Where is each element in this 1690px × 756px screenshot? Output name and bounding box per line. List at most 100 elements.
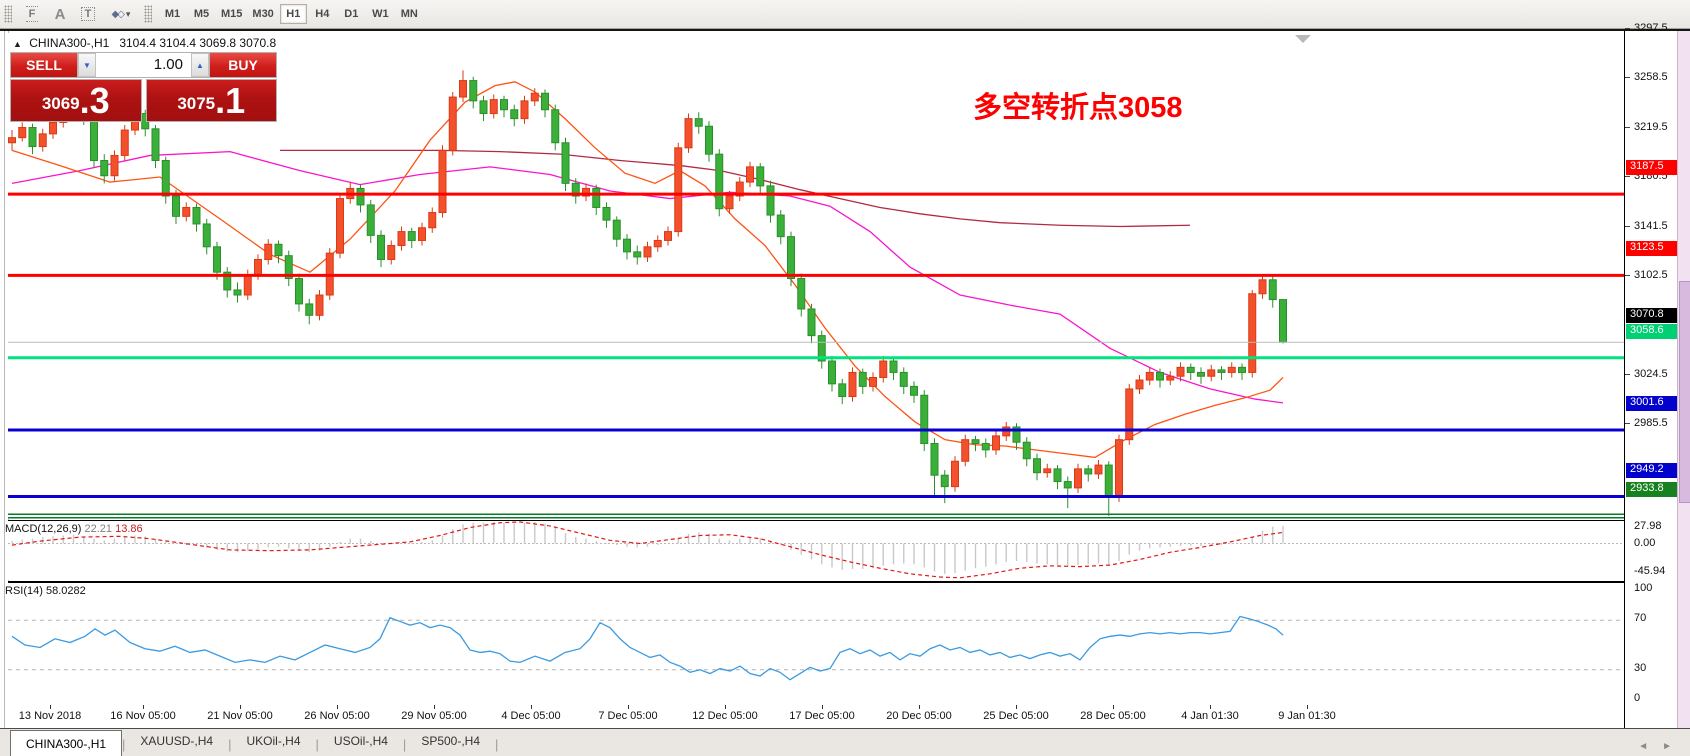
timeframe-d1-button[interactable]: D1 — [338, 4, 365, 24]
volume-value[interactable]: 1.00 — [96, 53, 191, 77]
chart-tab-xauusdh4[interactable]: XAUUSD-,H4 — [125, 734, 228, 756]
time-tick-mark — [50, 705, 51, 709]
chart-tab-china300h1[interactable]: CHINA300-,H1 — [10, 730, 122, 756]
rsi-axis-label: 100 — [1634, 582, 1652, 594]
chart-tab-sp500h4[interactable]: SP500-,H4 — [406, 734, 495, 756]
vertical-scrollbar[interactable] — [1677, 31, 1690, 728]
candle-body — [388, 246, 395, 260]
candle-body — [767, 186, 774, 215]
price-tick-mark — [1625, 77, 1630, 78]
price-badge-2949.2: 2949.2 — [1626, 463, 1680, 478]
candle-body — [941, 475, 948, 486]
volume-increase-button[interactable]: ▲ — [191, 53, 209, 77]
sell-button[interactable]: SELL — [10, 52, 78, 78]
time-tick-label: 4 Dec 05:00 — [501, 710, 560, 722]
text-label-button[interactable]: T — [76, 3, 100, 25]
timeframe-toolbar-drag-handle[interactable] — [144, 5, 152, 23]
chart-tab-usoilh4[interactable]: USOil-,H4 — [319, 734, 403, 756]
buy-button[interactable]: BUY — [209, 52, 277, 78]
time-tick-label: 4 Jan 01:30 — [1181, 710, 1239, 722]
chart-window: ▲ CHINA300-,H1 3104.4 3104.4 3069.8 3070… — [0, 29, 1690, 756]
timeframe-mn-button[interactable]: MN — [396, 4, 423, 24]
collapse-triangle-icon[interactable]: ▲ — [13, 39, 22, 49]
time-tick-mark — [725, 705, 726, 709]
candle-body — [654, 240, 661, 246]
candle-body — [613, 220, 620, 239]
candle-body — [265, 244, 272, 259]
timeframe-m1-button[interactable]: M1 — [159, 4, 186, 24]
text-a-button[interactable]: A — [48, 3, 72, 25]
candle-body — [337, 199, 344, 254]
price-tick-mark — [1625, 226, 1630, 227]
buy-price-fraction: .1 — [215, 83, 245, 119]
buy-price-display[interactable]: 3075 .1 — [146, 79, 278, 122]
toolbar-drag-handle[interactable] — [4, 5, 12, 23]
dropdown-caret-icon: ▾ — [126, 9, 131, 20]
sell-price-display[interactable]: 3069 .3 — [10, 79, 142, 122]
macd-axis-label: -45.94 — [1634, 565, 1665, 577]
time-tick-label: 17 Dec 05:00 — [789, 710, 854, 722]
candle-body — [378, 235, 385, 259]
time-tick-label: 13 Nov 2018 — [19, 710, 81, 722]
scrollbar-thumb[interactable] — [1679, 281, 1690, 503]
candle-body — [234, 290, 241, 295]
timeframe-h4-button[interactable]: H4 — [309, 4, 336, 24]
price-tick-label: 2985.5 — [1634, 417, 1668, 429]
candle-body — [449, 97, 456, 150]
rsi-axis-label: 30 — [1634, 662, 1646, 674]
price-badge-3058.6: 3058.6 — [1626, 324, 1680, 339]
price-badge-2933.8: 2933.8 — [1626, 482, 1680, 497]
timeframe-h1-button[interactable]: H1 — [280, 4, 307, 24]
candle-body — [1249, 294, 1256, 373]
candle-body — [1064, 482, 1071, 488]
candle-body — [306, 304, 313, 315]
rsi-axis-label: 0 — [1634, 692, 1640, 704]
volume-spinner: ▼ 1.00 ▲ — [78, 52, 209, 78]
candle-body — [91, 119, 98, 161]
text-annotation[interactable]: 多空转折点3058 — [973, 84, 1183, 126]
mt4-window: F A T ◆◇▾ M1M5M15M30H1H4D1W1MN ▲ CHINA30… — [0, 0, 1690, 756]
candle-body — [982, 443, 989, 449]
price-tick-mark — [1625, 127, 1630, 128]
candle-body — [357, 188, 364, 204]
tab-separator: | — [495, 737, 498, 752]
chart-shift-marker-icon[interactable] — [1295, 35, 1311, 43]
macd-signal-line — [12, 522, 1283, 578]
candle-body — [1126, 389, 1133, 440]
candle-body — [593, 188, 600, 207]
time-tick-label: 16 Nov 05:00 — [110, 710, 175, 722]
candle-body — [870, 378, 877, 387]
candle-body — [296, 279, 303, 304]
sell-price-fraction: .3 — [80, 83, 110, 119]
time-tick-label: 25 Dec 05:00 — [983, 710, 1048, 722]
candle-body — [726, 196, 733, 209]
candle-body — [1054, 469, 1061, 482]
candle-body — [398, 232, 405, 246]
candle-body — [439, 150, 446, 212]
boxed-t-icon: T — [81, 7, 96, 21]
price-tick-label: 3297.5 — [1634, 22, 1668, 34]
macd-axis-label: 27.98 — [1634, 520, 1662, 532]
timeframe-m15-button[interactable]: M15 — [217, 4, 246, 24]
candle-body — [890, 361, 897, 372]
chart-tab-ukoilh4[interactable]: UKOil-,H4 — [232, 734, 316, 756]
tab-scroll-left-icon[interactable]: ◄ — [1638, 741, 1648, 752]
candle-body — [1167, 376, 1174, 380]
tab-scroll-right-icon[interactable]: ► — [1662, 741, 1672, 752]
volume-decrease-button[interactable]: ▼ — [78, 53, 96, 77]
tab-scroll-nav: ◄ ► — [1638, 741, 1672, 752]
rsi-axis-label: 70 — [1634, 612, 1646, 624]
font-tool-button[interactable]: F — [20, 3, 44, 25]
timeframe-m5-button[interactable]: M5 — [188, 4, 215, 24]
price-badge-3187.5: 3187.5 — [1626, 160, 1680, 175]
candle-body — [316, 295, 323, 315]
objects-dropdown-button[interactable]: ◆◇▾ — [104, 3, 138, 25]
candle-body — [419, 228, 426, 241]
time-tick-label: 21 Nov 05:00 — [207, 710, 272, 722]
timeframe-m30-button[interactable]: M30 — [248, 4, 277, 24]
timeframe-w1-button[interactable]: W1 — [367, 4, 394, 24]
candle-body — [972, 440, 979, 444]
candle-body — [1269, 280, 1276, 300]
candle-body — [665, 232, 672, 241]
time-tick-mark — [919, 705, 920, 709]
